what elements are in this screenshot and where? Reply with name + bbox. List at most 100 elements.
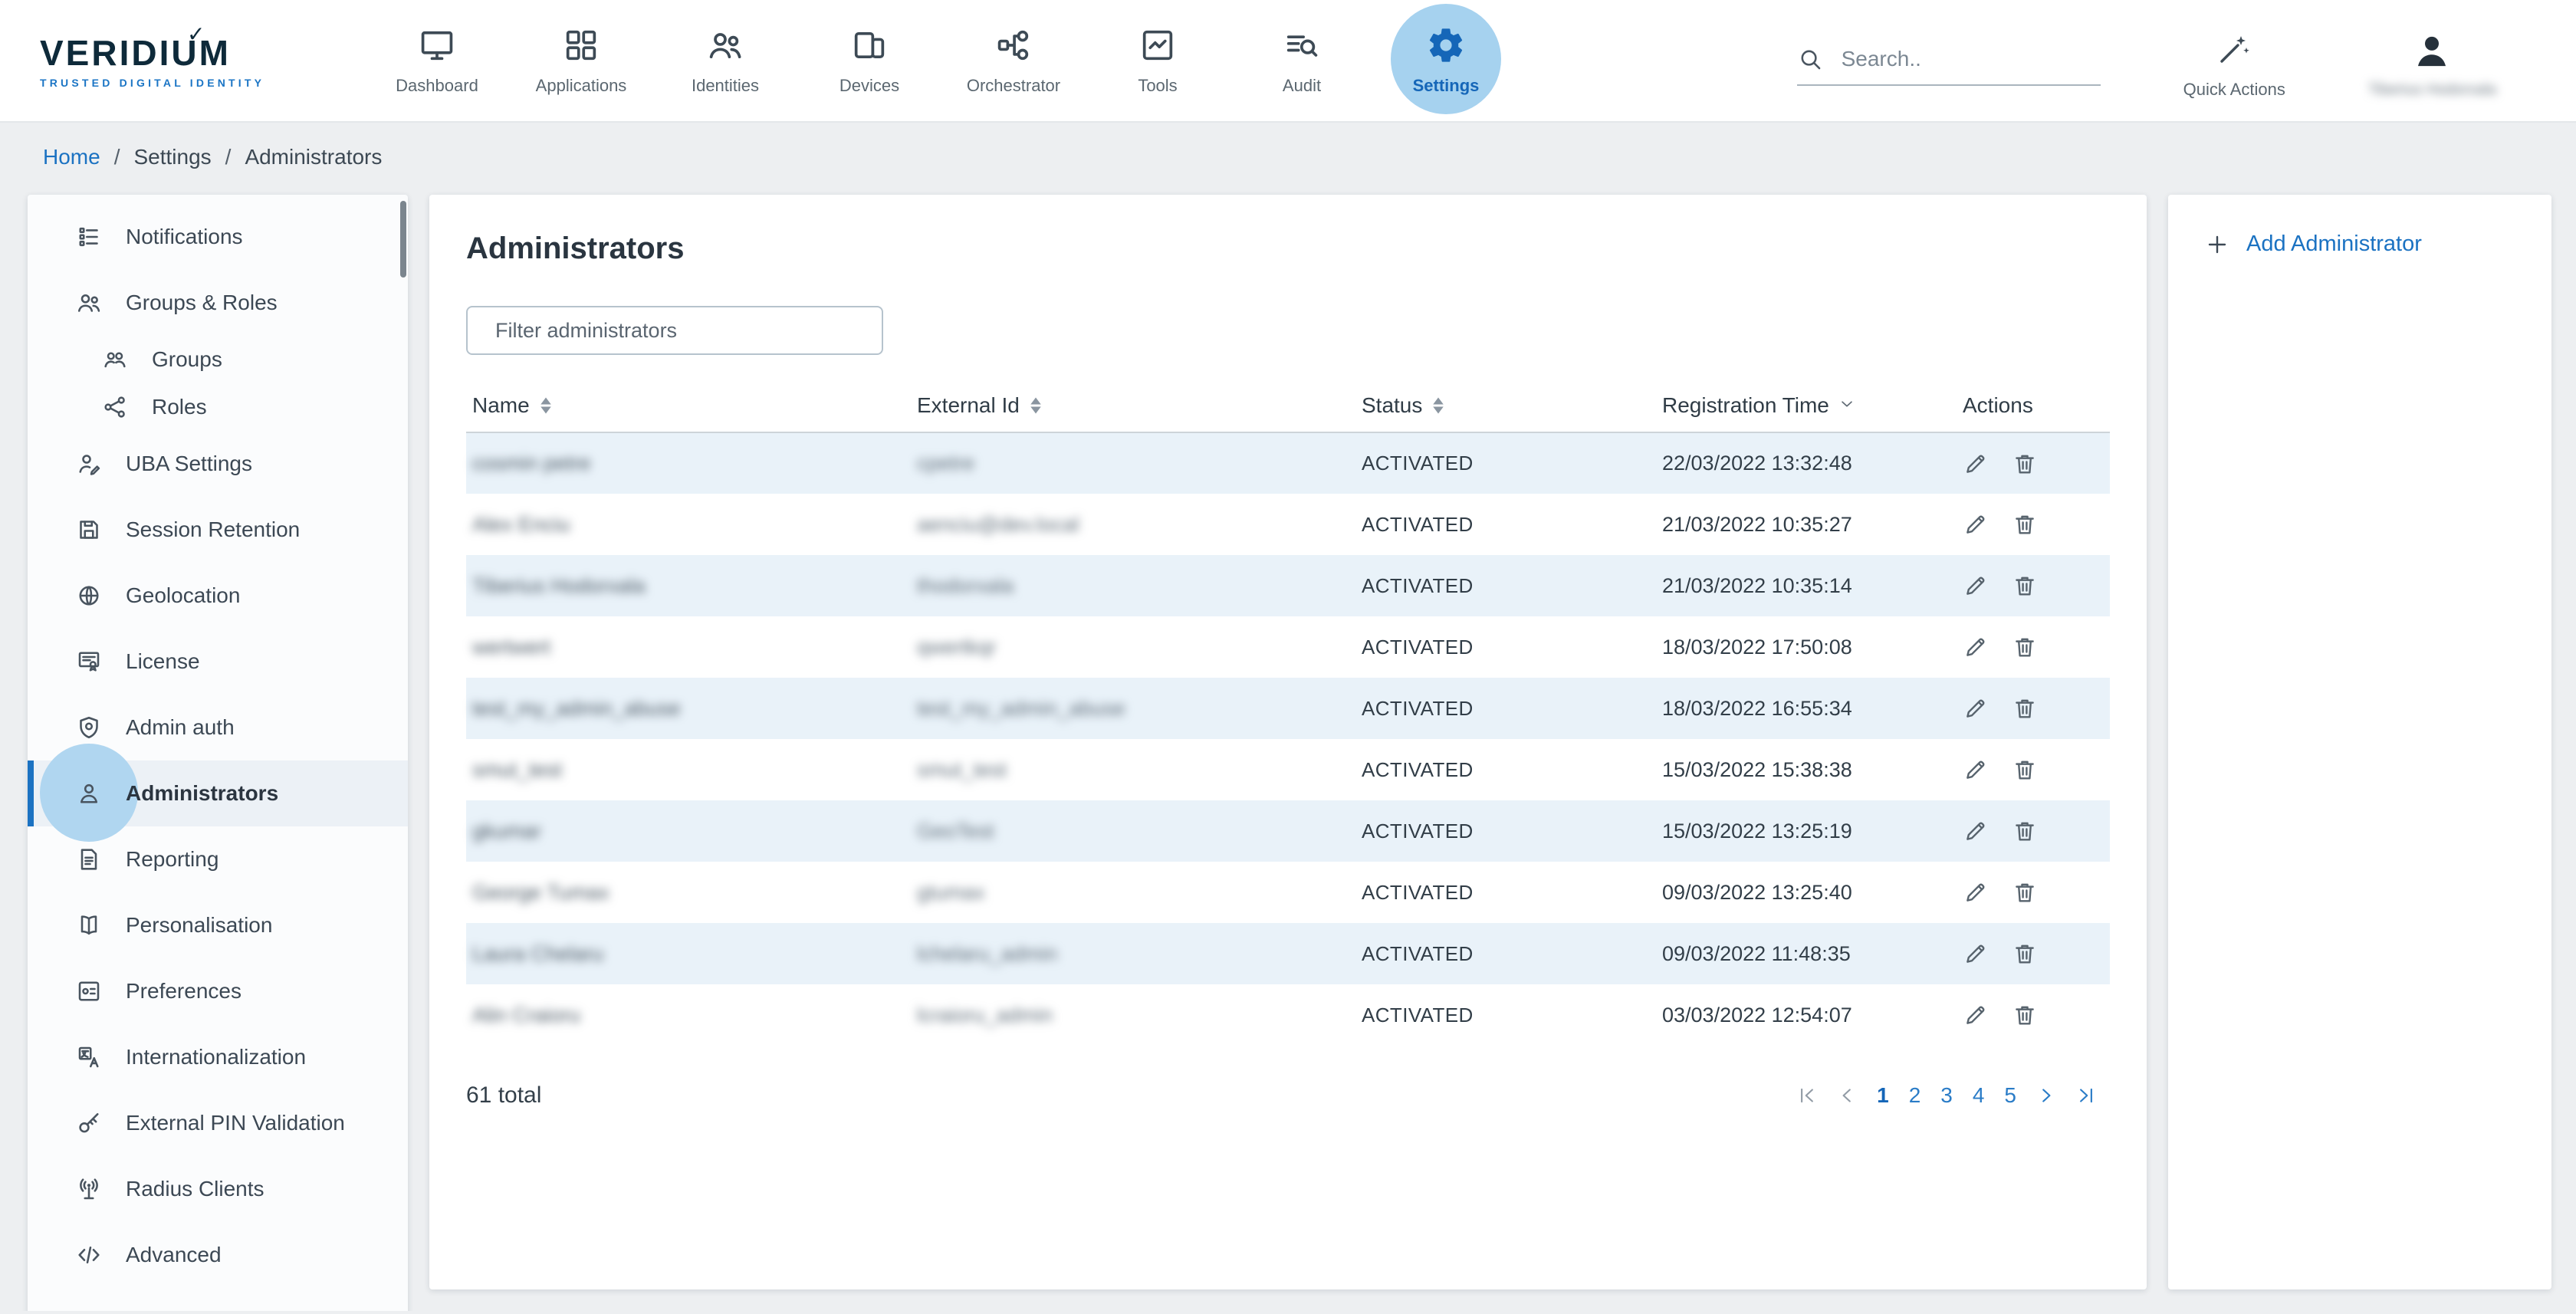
nav-item-dashboard[interactable]: Dashboard (365, 0, 509, 122)
admin-registration-time: 21/03/2022 10:35:14 (1662, 574, 1852, 597)
sidebar-item-internationalization[interactable]: Internationalization (28, 1024, 408, 1090)
sidebar-item-external-pin-validation[interactable]: External PIN Validation (28, 1090, 408, 1156)
logo-tagline: TRUSTED DIGITAL IDENTITY (40, 77, 313, 89)
user-menu[interactable]: Tiberius Hodorxala (2368, 31, 2496, 99)
sidebar-item-label: Admin auth (126, 715, 235, 740)
edit-button[interactable] (1963, 818, 1989, 844)
delete-button[interactable] (2012, 451, 2038, 477)
sidebar-item-preferences[interactable]: Preferences (28, 958, 408, 1024)
sidebar-item-radius-clients[interactable]: Radius Clients (28, 1156, 408, 1222)
edit-button[interactable] (1963, 757, 1989, 783)
column-header-name[interactable]: Name (466, 379, 911, 432)
column-label: Name (472, 393, 530, 418)
table-row[interactable]: cosmin petrecpetreACTIVATED22/03/2022 13… (466, 432, 2110, 494)
first-page-button[interactable] (1796, 1084, 1819, 1107)
quick-actions-button[interactable]: Quick Actions (2183, 31, 2285, 100)
sidebar-item-administrators[interactable]: Administrators (28, 760, 408, 826)
column-header-registration-time[interactable]: Registration Time (1656, 379, 1957, 432)
internationalization-icon (75, 1043, 103, 1071)
sidebar-item-license[interactable]: License (28, 629, 408, 695)
breadcrumb-administrators: Administrators (245, 145, 382, 169)
sort-icon (1431, 396, 1445, 415)
sidebar-item-groups-roles[interactable]: Groups & Roles (28, 270, 408, 336)
sidebar-item-uba-settings[interactable]: UBA Settings (28, 431, 408, 497)
edit-button[interactable] (1963, 634, 1989, 660)
breadcrumb-home[interactable]: Home (43, 145, 100, 169)
admin-registration-time: 03/03/2022 12:54:07 (1662, 1004, 1852, 1027)
page-number-3[interactable]: 3 (1939, 1083, 1954, 1108)
nav-item-applications[interactable]: Applications (509, 0, 653, 122)
sidebar-item-reporting[interactable]: Reporting (28, 826, 408, 892)
veridium-logo[interactable]: VERIDIUM ✓ TRUSTED DIGITAL IDENTITY (40, 32, 313, 89)
delete-button[interactable] (2012, 573, 2038, 599)
page: VERIDIUM ✓ TRUSTED DIGITAL IDENTITY Dash… (0, 0, 2576, 1314)
sidebar-item-notifications[interactable]: Notifications (28, 204, 408, 270)
sidebar-item-advanced[interactable]: Advanced (28, 1222, 408, 1288)
sidebar-item-personalisation[interactable]: Personalisation (28, 892, 408, 958)
page-number-1[interactable]: 1 (1875, 1083, 1891, 1108)
last-page-button[interactable] (2075, 1084, 2098, 1107)
admin-name: smut_test (472, 758, 562, 781)
admin-registration-time: 09/03/2022 11:48:35 (1662, 942, 1851, 965)
nav-item-tools[interactable]: Tools (1086, 0, 1230, 122)
sidebar-item-session-retention[interactable]: Session Retention (28, 497, 408, 563)
table-row[interactable]: Alex Enciuaenciu@dev.localACTIVATED21/03… (466, 494, 2110, 555)
nav-item-settings[interactable]: Settings (1374, 0, 1518, 122)
nav-item-devices[interactable]: Devices (797, 0, 941, 122)
nav-item-audit[interactable]: Audit (1230, 0, 1374, 122)
edit-button[interactable] (1963, 573, 1989, 599)
add-administrator-button[interactable]: Add Administrator (2205, 232, 2551, 257)
delete-button[interactable] (2012, 818, 2038, 844)
logo-wordmark: VERIDIUM (40, 32, 313, 74)
sort-icon (539, 396, 553, 415)
next-page-button[interactable] (2035, 1084, 2058, 1107)
prev-page-button[interactable] (1835, 1084, 1858, 1107)
nav-item-label: Applications (536, 76, 627, 96)
filter-administrators-input[interactable] (466, 306, 883, 355)
delete-button[interactable] (2012, 757, 2038, 783)
edit-button[interactable] (1963, 1002, 1989, 1028)
delete-button[interactable] (2012, 695, 2038, 721)
delete-button[interactable] (2012, 1002, 2038, 1028)
edit-button[interactable] (1963, 451, 1989, 477)
sidebar-item-roles[interactable]: Roles (28, 383, 408, 431)
geolocation-icon (75, 582, 103, 609)
table-row[interactable]: test_my_admin_abusetest_my_admin_abuseAC… (466, 678, 2110, 739)
admin-external-id: thodorxala (917, 574, 1014, 597)
sidebar-item-label: Reporting (126, 847, 219, 872)
sidebar-item-label: Personalisation (126, 913, 272, 938)
edit-button[interactable] (1963, 695, 1989, 721)
table-row[interactable]: Alin Craiorulcraioru_adminACTIVATED03/03… (466, 984, 2110, 1046)
table-row[interactable]: Tiberius HodorxalathodorxalaACTIVATED21/… (466, 555, 2110, 616)
user-name: Tiberius Hodorxala (2368, 81, 2496, 99)
table-row[interactable]: smut_testsmut_testACTIVATED15/03/2022 15… (466, 739, 2110, 800)
user-avatar-icon (2411, 31, 2453, 72)
column-header-actions: Actions (1957, 379, 2110, 432)
page-number-5[interactable]: 5 (2003, 1083, 2018, 1108)
page-number-4[interactable]: 4 (1971, 1083, 1986, 1108)
applications-icon (561, 25, 601, 65)
page-number-2[interactable]: 2 (1907, 1083, 1923, 1108)
nav-item-identities[interactable]: Identities (653, 0, 797, 122)
tools-icon (1138, 25, 1178, 65)
column-header-external-id[interactable]: External Id (911, 379, 1355, 432)
delete-button[interactable] (2012, 879, 2038, 905)
delete-button[interactable] (2012, 634, 2038, 660)
column-header-status[interactable]: Status (1355, 379, 1656, 432)
delete-button[interactable] (2012, 941, 2038, 967)
table-row[interactable]: gkumarGeoTestACTIVATED15/03/2022 13:25:1… (466, 800, 2110, 862)
edit-button[interactable] (1963, 879, 1989, 905)
edit-button[interactable] (1963, 511, 1989, 537)
delete-button[interactable] (2012, 511, 2038, 537)
actions-panel: Add Administrator (2168, 195, 2551, 1289)
sidebar-item-label: Advanced (126, 1243, 222, 1267)
nav-item-label: Devices (840, 76, 899, 96)
sidebar-item-geolocation[interactable]: Geolocation (28, 563, 408, 629)
search-input[interactable] (1842, 47, 2072, 71)
sidebar-item-groups[interactable]: Groups (28, 336, 408, 383)
table-row[interactable]: Laura Chelarulchelaru_adminACTIVATED09/0… (466, 923, 2110, 984)
edit-button[interactable] (1963, 941, 1989, 967)
table-row[interactable]: wertwertqwertkqrACTIVATED18/03/2022 17:5… (466, 616, 2110, 678)
nav-item-orchestrator[interactable]: Orchestrator (941, 0, 1086, 122)
table-row[interactable]: George TumaxgtumaxACTIVATED09/03/2022 13… (466, 862, 2110, 923)
